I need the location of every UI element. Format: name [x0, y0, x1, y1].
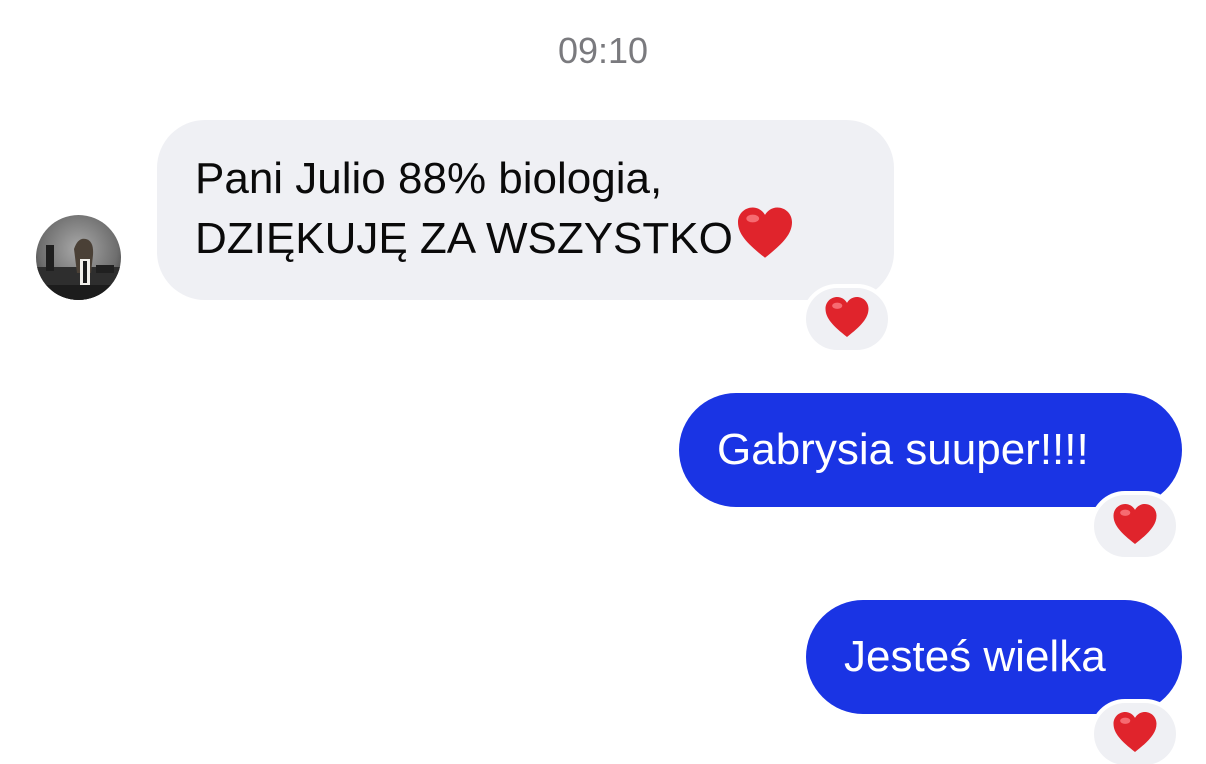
message-line: Pani Julio 88% biologia, [195, 154, 663, 203]
red-heart-icon [735, 205, 795, 271]
message-bubble-incoming[interactable]: Pani Julio 88% biologia, DZIĘKUJĘ ZA WSZ… [157, 120, 894, 300]
message-reaction[interactable] [1094, 703, 1176, 764]
message-reaction[interactable] [806, 288, 888, 350]
message-line: DZIĘKUJĘ ZA WSZYSTKO [195, 214, 733, 263]
message-text: Gabrysia suuper!!!! [717, 425, 1089, 474]
red-heart-icon [1111, 710, 1159, 758]
message-bubble-outgoing[interactable]: Jesteś wielka [806, 600, 1182, 714]
avatar-photo [36, 215, 121, 300]
message-line-with-icon: DZIĘKUJĘ ZA WSZYSTKO [195, 205, 856, 271]
sender-avatar[interactable] [36, 215, 121, 300]
message-timestamp: 09:10 [557, 30, 649, 71]
chat-thread: 09:10 Pani Julio 88% biologia, DZIĘKUJĘ … [0, 0, 1206, 764]
message-reaction[interactable] [1094, 495, 1176, 557]
red-heart-icon [1111, 502, 1159, 550]
message-text: Jesteś wielka [844, 632, 1106, 681]
message-bubble-outgoing[interactable]: Gabrysia suuper!!!! [679, 393, 1182, 507]
red-heart-icon [823, 295, 871, 343]
